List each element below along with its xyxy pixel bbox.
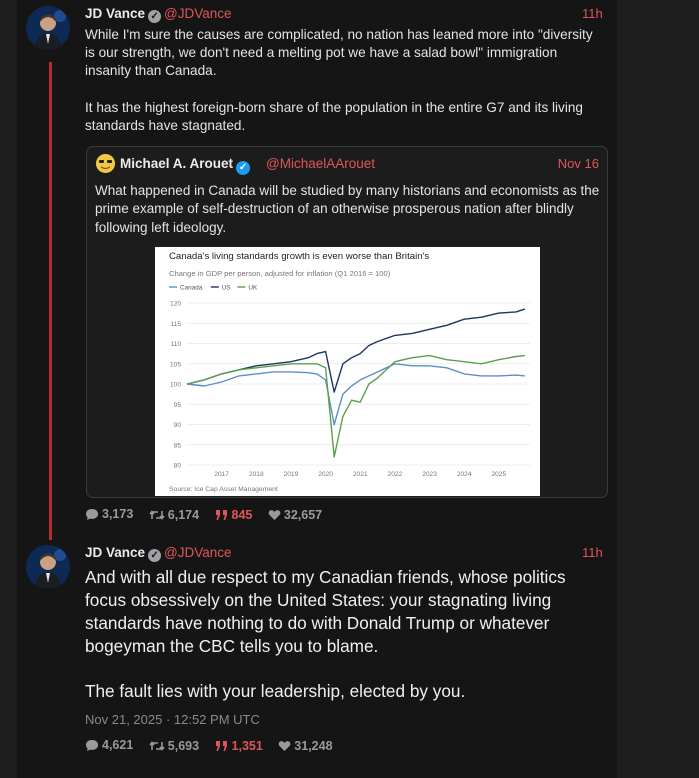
like-count[interactable]: 31,248 xyxy=(278,739,333,753)
post-text: While I'm sure the causes are complicate… xyxy=(85,26,595,135)
reply-count[interactable]: 4,621 xyxy=(85,738,133,752)
quoted-author-name[interactable]: Michael A. Arouet ✓ xyxy=(120,156,251,175)
post-paragraph: And with all due respect to my Canadian … xyxy=(85,567,566,656)
avatar[interactable] xyxy=(26,6,70,50)
author-handle[interactable]: @JDVance xyxy=(164,545,231,560)
y-tick-label: 105 xyxy=(170,361,181,368)
post-date[interactable]: Nov 21, 2025 · 12:52 PM UTC xyxy=(85,712,260,727)
post-paragraph: While I'm sure the causes are complicate… xyxy=(85,27,593,79)
chart-subtitle: Change in GDP per person, adjusted for i… xyxy=(169,269,391,278)
quoted-post-text: What happened in Canada will be studied … xyxy=(95,183,600,235)
chart-title: Canada's living standards growth is even… xyxy=(169,251,429,262)
y-tick-label: 100 xyxy=(170,382,181,389)
repost-count[interactable]: 5,693 xyxy=(149,739,199,753)
y-tick-label: 90 xyxy=(174,422,182,429)
quoted-author-handle[interactable]: @MichaelAArouet xyxy=(266,156,375,171)
chart-source: Source: Ice Cap Asset Management xyxy=(169,486,278,493)
x-tick-label: 2021 xyxy=(353,471,368,478)
avatar[interactable] xyxy=(26,545,70,589)
verified-check-icon: ✓ xyxy=(148,10,162,23)
quote-count[interactable]: 845 xyxy=(215,508,252,522)
post-header: JD Vance ✓ @JDVance xyxy=(85,6,232,23)
y-tick-label: 85 xyxy=(174,442,182,449)
post-stats: 3,173 6,174 845 32,657 xyxy=(85,507,334,524)
x-tick-label: 2020 xyxy=(318,471,333,478)
post-time[interactable]: 11h xyxy=(582,545,603,560)
post-stats: 4,621 5,693 1,351 31,248 xyxy=(85,738,345,755)
x-tick-label: 2023 xyxy=(422,471,437,478)
x-tick-label: 2022 xyxy=(388,471,403,478)
x-tick-label: 2019 xyxy=(284,471,299,478)
author-handle[interactable]: @JDVance xyxy=(164,6,231,21)
author-name[interactable]: JD Vance xyxy=(85,6,145,21)
verified-check-icon: ✓ xyxy=(148,549,162,562)
x-tick-label: 2018 xyxy=(249,471,264,478)
post-paragraph: The fault lies with your leadership, ele… xyxy=(85,681,466,701)
legend-label: UK xyxy=(248,285,258,292)
y-tick-label: 110 xyxy=(170,341,181,348)
series-line-uk xyxy=(186,354,525,458)
quoted-post-time[interactable]: Nov 16 xyxy=(558,156,599,171)
author-name[interactable]: JD Vance xyxy=(85,545,145,560)
post-paragraph: It has the highest foreign-born share of… xyxy=(85,99,583,133)
x-tick-label: 2024 xyxy=(457,471,472,478)
repost-count[interactable]: 6,174 xyxy=(149,508,199,522)
x-tick-label: 2017 xyxy=(214,471,229,478)
chart-image[interactable]: Canada's living standards growth is even… xyxy=(155,247,540,496)
post-header: JD Vance ✓ @JDVance xyxy=(85,545,232,562)
legend-label: Canada xyxy=(180,285,203,292)
reply-count[interactable]: 3,173 xyxy=(85,507,133,521)
quote-count[interactable]: 1,351 xyxy=(215,739,263,753)
y-tick-label: 95 xyxy=(174,402,182,409)
post-text: And with all due respect to my Canadian … xyxy=(85,566,595,703)
chart-legend: Canada US UK xyxy=(169,285,258,292)
comment-icon xyxy=(86,739,98,751)
quoted-post-card[interactable]: Michael A. Arouet ✓ @MichaelAArouet Nov 1… xyxy=(86,146,608,498)
heart-icon xyxy=(278,740,291,751)
retweet-icon xyxy=(149,509,165,520)
y-tick-label: 120 xyxy=(170,301,181,308)
series-line-canada xyxy=(186,363,525,426)
comment-icon xyxy=(86,508,98,520)
retweet-icon xyxy=(149,740,165,751)
quote-icon xyxy=(215,740,227,751)
quoted-avatar xyxy=(96,154,115,173)
legend-label: US xyxy=(222,285,231,292)
x-tick-label: 2025 xyxy=(491,471,506,478)
thread-connector-line xyxy=(49,62,52,540)
series-line-us xyxy=(186,308,526,393)
y-tick-label: 80 xyxy=(174,463,182,470)
quote-icon xyxy=(215,509,227,520)
post-time[interactable]: 11h xyxy=(582,6,603,21)
y-tick-label: 115 xyxy=(170,321,181,328)
verified-check-icon: ✓ xyxy=(236,161,251,175)
heart-icon xyxy=(268,509,281,520)
like-count[interactable]: 32,657 xyxy=(268,508,322,522)
line-chart: Canada's living standards growth is even… xyxy=(169,251,530,493)
